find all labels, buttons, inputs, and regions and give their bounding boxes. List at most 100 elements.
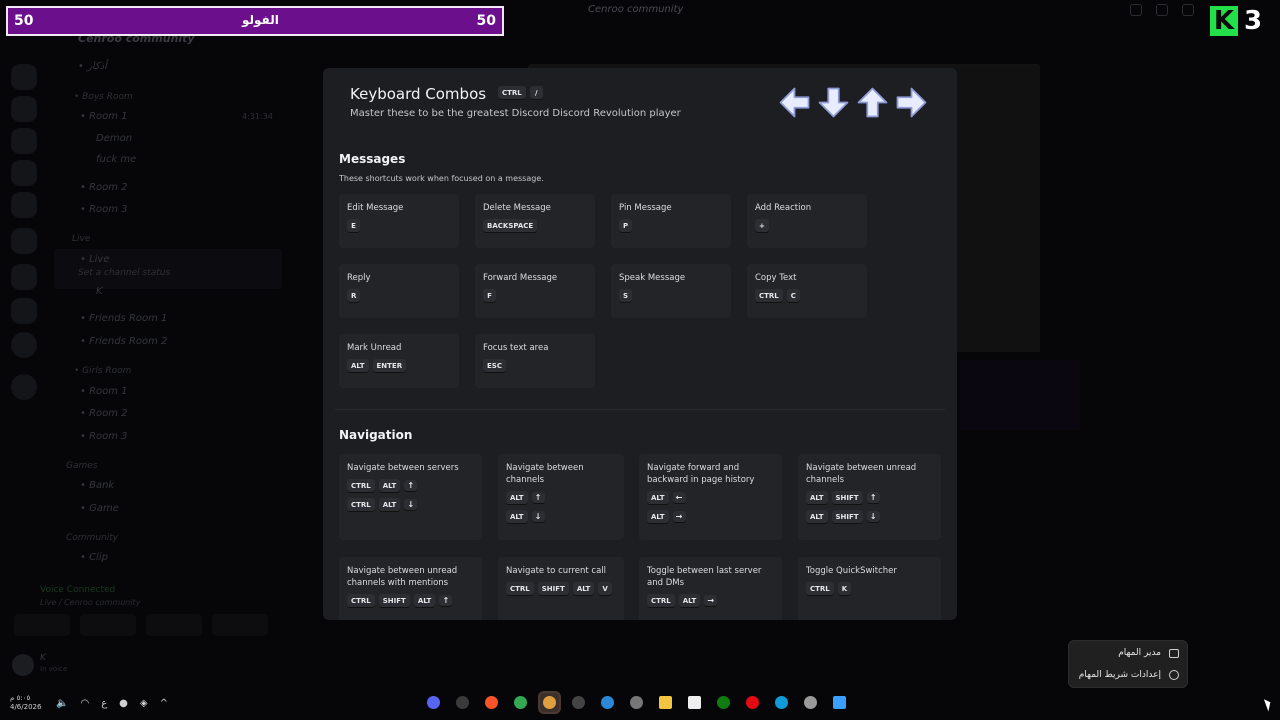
- add-server-icon[interactable]: [11, 332, 37, 358]
- avatar[interactable]: [12, 654, 34, 676]
- clock[interactable]: ٥:٠٥ م 4/6/2026: [10, 694, 41, 712]
- channel-item[interactable]: • Room 1: [80, 386, 128, 397]
- corner-number: 3: [1244, 6, 1263, 36]
- server-icon[interactable]: [11, 64, 37, 90]
- discord-icon[interactable]: [424, 693, 443, 712]
- key-cap: BACKSPACE: [483, 219, 538, 232]
- shortcut-keys: BACKSPACE: [483, 219, 587, 232]
- taskbar-context-menu: مدير المهام إعدادات شريط المهام: [1068, 640, 1188, 688]
- shortcut-card: Delete Message BACKSPACE: [475, 194, 595, 248]
- key-cap: SHIFT: [831, 510, 863, 523]
- chrome-icon[interactable]: [511, 693, 530, 712]
- key-cap: ↑: [439, 595, 453, 606]
- channel-item[interactable]: • Room 2: [80, 408, 128, 419]
- channel-item[interactable]: • Game: [80, 503, 119, 514]
- channel-item[interactable]: • Bank: [80, 480, 114, 491]
- shortcut-card: Edit Message E: [339, 194, 459, 248]
- channel-item[interactable]: • Room 1: [80, 111, 128, 122]
- voice-member[interactable]: fuck me: [96, 154, 136, 165]
- shortcut-keys: ALT ENTER: [347, 359, 451, 372]
- channel-category[interactable]: • Boys Room: [74, 92, 133, 102]
- app-icon[interactable]: [627, 693, 646, 712]
- server-icon[interactable]: [11, 192, 37, 218]
- store-icon[interactable]: [685, 693, 704, 712]
- channel-item[interactable]: • Room 2: [80, 182, 128, 193]
- discover-icon[interactable]: [11, 374, 37, 400]
- channel-item[interactable]: • Friends Room 2: [80, 336, 167, 347]
- channel-item[interactable]: • Room 3: [80, 431, 128, 442]
- voice-buttons: [14, 614, 268, 636]
- key-cap: CTRL: [347, 594, 375, 607]
- channel-category[interactable]: Live: [72, 234, 90, 244]
- shortcut-label: Reply: [347, 273, 371, 283]
- channel-item[interactable]: • Live: [80, 254, 110, 265]
- channel-item[interactable]: • أذكار: [78, 61, 107, 72]
- shortcut-keys: P: [619, 219, 723, 232]
- server-icon[interactable]: [11, 128, 37, 154]
- edge-icon[interactable]: [772, 693, 791, 712]
- netflix-icon[interactable]: [743, 693, 762, 712]
- shortcut-label: Mark Unread: [347, 343, 402, 353]
- minimize-icon[interactable]: [1130, 4, 1142, 16]
- microphone-icon[interactable]: ●: [119, 698, 128, 709]
- key-cap: R: [347, 289, 361, 302]
- key-cap: ALT: [572, 582, 595, 595]
- voice-member[interactable]: K: [96, 286, 103, 297]
- background-panel: [957, 66, 1040, 352]
- brave-icon[interactable]: [482, 693, 501, 712]
- soundboard-button[interactable]: [212, 614, 268, 636]
- volume-icon[interactable]: 🔈: [56, 698, 68, 709]
- channel-item[interactable]: • Clip: [80, 552, 108, 563]
- key-cap: →: [704, 595, 718, 606]
- shortcut-card: Toggle between last server and DMs CTRL AL…: [639, 557, 782, 620]
- maximize-icon[interactable]: [1156, 4, 1168, 16]
- windows-icon[interactable]: [830, 693, 849, 712]
- shortcut-keys: R: [347, 289, 451, 302]
- key-cap: ALT: [806, 491, 828, 504]
- server-icon[interactable]: [11, 264, 37, 290]
- key-cap: ↓: [404, 499, 418, 510]
- shortcut-keys: CTRL C: [755, 289, 859, 302]
- language-indicator[interactable]: ع: [101, 698, 107, 709]
- arrow-keys-graphic: [777, 84, 929, 121]
- arrow-up-icon: [857, 87, 888, 118]
- voice-location[interactable]: Live / Cenroo community: [40, 598, 140, 607]
- menu-item-task-manager[interactable]: مدير المهام: [1118, 648, 1179, 658]
- server-rail: [0, 36, 48, 596]
- server-icon[interactable]: [11, 160, 37, 186]
- phone-icon[interactable]: [569, 693, 588, 712]
- key-cap: S: [619, 289, 633, 302]
- voice-member[interactable]: Demon: [96, 133, 132, 144]
- user-name: K: [40, 653, 46, 663]
- section-divider: [335, 409, 945, 410]
- server-icon[interactable]: [11, 96, 37, 122]
- wifi-icon[interactable]: ◠: [80, 698, 89, 709]
- shortcut-label: Speak Message: [619, 273, 686, 283]
- channel-category[interactable]: Community: [66, 533, 118, 543]
- files-icon[interactable]: [656, 693, 675, 712]
- server-icon[interactable]: [11, 298, 37, 324]
- menu-item-taskbar-settings[interactable]: إعدادات شريط المهام: [1079, 670, 1179, 680]
- shortcut-keys: ALT ↑: [506, 491, 616, 504]
- obs-icon[interactable]: [453, 693, 472, 712]
- help-icon[interactable]: [1182, 4, 1194, 16]
- activity-button[interactable]: [146, 614, 202, 636]
- game-icon[interactable]: [540, 693, 559, 712]
- shortcut-label: Copy Text: [755, 273, 797, 283]
- key-cap: V: [598, 582, 612, 595]
- server-icon[interactable]: [11, 228, 37, 254]
- channel-item[interactable]: • Friends Room 1: [80, 313, 167, 324]
- xbox-icon[interactable]: [714, 693, 733, 712]
- camera-button[interactable]: [14, 614, 70, 636]
- shortcut-label: Edit Message: [347, 203, 404, 213]
- chevron-up-icon[interactable]: ^: [160, 698, 168, 709]
- channel-category[interactable]: Games: [66, 461, 97, 471]
- photos-icon[interactable]: [598, 693, 617, 712]
- screenshare-button[interactable]: [80, 614, 136, 636]
- channel-category[interactable]: • Girls Room: [74, 366, 131, 376]
- shortcut-keys: S: [619, 289, 723, 302]
- channel-item[interactable]: Set a channel status: [78, 268, 170, 278]
- settings-icon[interactable]: [801, 693, 820, 712]
- channel-item[interactable]: • Room 3: [80, 204, 128, 215]
- sync-icon[interactable]: ◈: [140, 698, 148, 709]
